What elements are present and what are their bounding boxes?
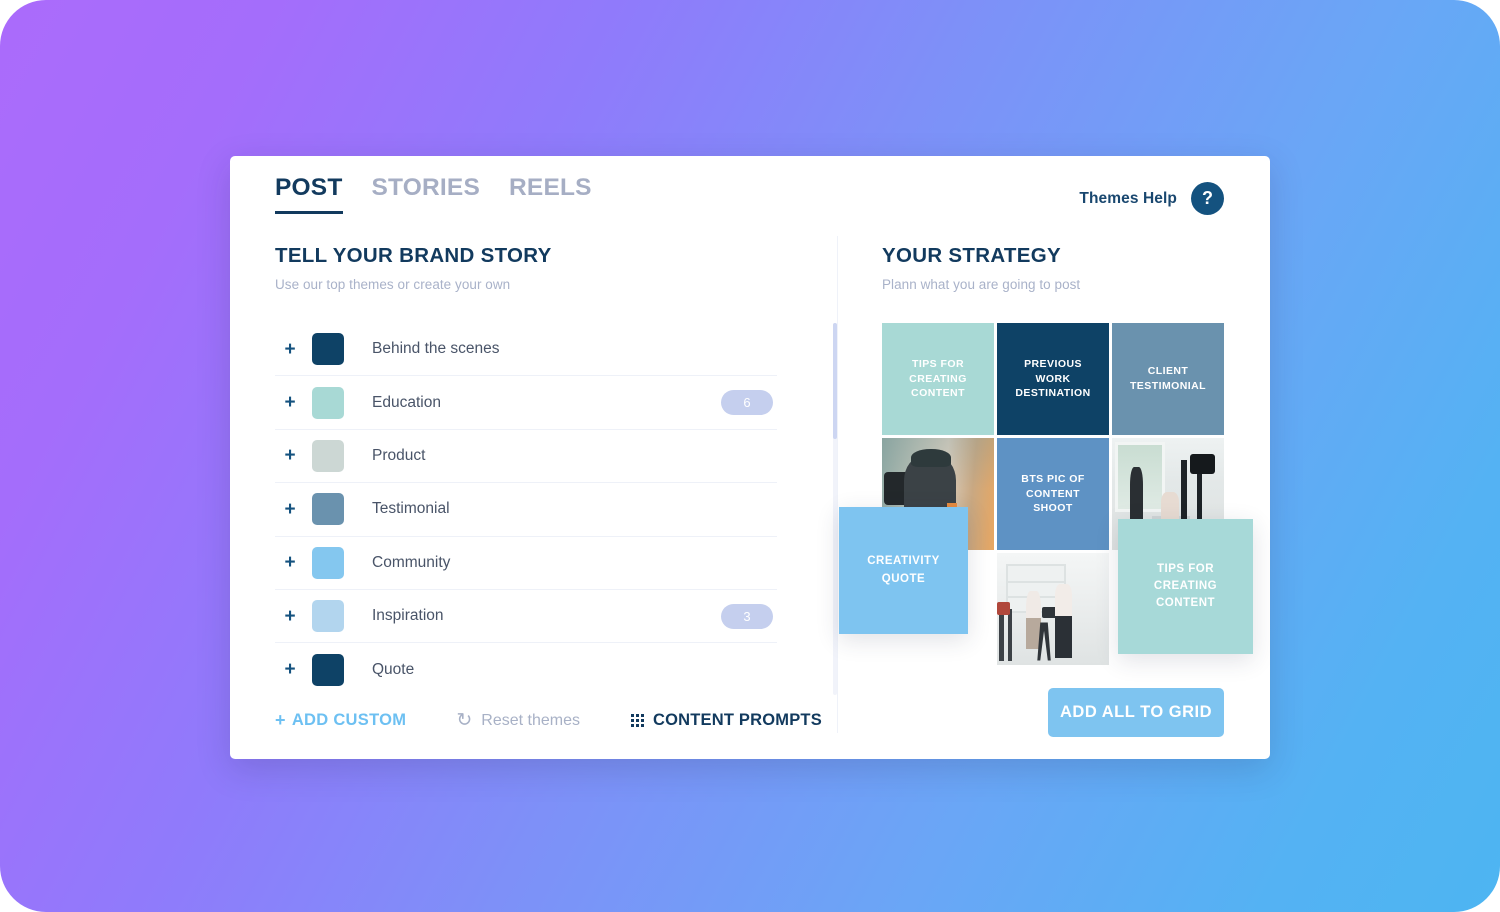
add-theme-icon[interactable]: + bbox=[275, 660, 305, 679]
themes-help[interactable]: Themes Help ? bbox=[1079, 182, 1224, 215]
theme-label: Product bbox=[372, 446, 426, 464]
refresh-icon: ↻ bbox=[456, 710, 473, 731]
theme-label: Inspiration bbox=[372, 607, 444, 625]
tile-label: CREATIVITY QUOTE bbox=[867, 555, 940, 585]
grid-photo bbox=[997, 553, 1109, 665]
brand-story-title: TELL YOUR BRAND STORY bbox=[275, 244, 552, 267]
theme-label: Behind the scenes bbox=[372, 340, 500, 358]
tab-stories[interactable]: STORIES bbox=[372, 175, 481, 214]
add-theme-icon[interactable]: + bbox=[275, 393, 305, 412]
grid-cell[interactable] bbox=[997, 553, 1109, 665]
theme-count-badge: 6 bbox=[721, 390, 773, 416]
theme-label: Community bbox=[372, 553, 451, 571]
theme-color-swatch[interactable] bbox=[312, 600, 344, 633]
add-theme-icon[interactable]: + bbox=[275, 607, 305, 626]
theme-row[interactable]: + Inspiration 3 bbox=[275, 590, 777, 644]
theme-row[interactable]: + Product bbox=[275, 430, 777, 484]
theme-row[interactable]: + Behind the scenes bbox=[275, 323, 777, 377]
theme-row[interactable]: + Testimonial bbox=[275, 483, 777, 537]
themes-help-label: Themes Help bbox=[1079, 189, 1177, 207]
theme-actions: + ADD CUSTOM ↻ Reset themes CONTENT PROM… bbox=[275, 709, 822, 732]
grid-cell[interactable]: BTS PIC OF CONTENT SHOOT bbox=[997, 438, 1109, 550]
add-theme-icon[interactable]: + bbox=[275, 446, 305, 465]
add-custom-button[interactable]: + ADD CUSTOM bbox=[275, 710, 406, 731]
content-prompts-button[interactable]: CONTENT PROMPTS bbox=[630, 711, 822, 730]
theme-color-swatch[interactable] bbox=[312, 546, 344, 579]
brand-story-panel: TELL YOUR BRAND STORY Use our top themes… bbox=[275, 244, 837, 744]
panel-divider bbox=[837, 236, 838, 733]
grid-cell[interactable]: CLIENT TESTIMONIAL bbox=[1112, 323, 1224, 435]
add-theme-icon[interactable]: + bbox=[275, 553, 305, 572]
grid-cell[interactable]: PREVIOUS WORK DESTINATION bbox=[997, 323, 1109, 435]
grid-cell-label: BTS PIC OF CONTENT SHOOT bbox=[1021, 472, 1085, 515]
theme-row[interactable]: + Quote bbox=[275, 643, 777, 696]
tab-post[interactable]: POST bbox=[275, 175, 343, 214]
theme-color-swatch[interactable] bbox=[312, 386, 344, 419]
strategy-subtitle: Plann what you are going to post bbox=[882, 277, 1081, 292]
tile-label: TIPS FOR CREATING CONTENT bbox=[1153, 562, 1218, 610]
tab-bar: POST STORIES REELS bbox=[275, 175, 592, 214]
content-prompts-label: CONTENT PROMPTS bbox=[652, 711, 822, 729]
app-card: POST STORIES REELS Themes Help ? TELL YO… bbox=[230, 156, 1270, 759]
strategy-panel: YOUR STRATEGY Plann what you are going t… bbox=[882, 244, 1242, 292]
grid-cell-label: TIPS FOR CREATING CONTENT bbox=[909, 357, 967, 400]
theme-color-swatch[interactable] bbox=[312, 333, 344, 366]
draggable-tile-creativity-quote[interactable]: CREATIVITY QUOTE bbox=[839, 507, 968, 634]
theme-color-swatch[interactable] bbox=[312, 439, 344, 472]
theme-label: Education bbox=[372, 393, 441, 411]
grid-cell[interactable]: TIPS FOR CREATING CONTENT bbox=[882, 323, 994, 435]
theme-count-badge: 3 bbox=[721, 603, 773, 629]
add-theme-icon[interactable]: + bbox=[275, 500, 305, 519]
tab-reels[interactable]: REELS bbox=[509, 175, 592, 214]
grid-cell-label: PREVIOUS WORK DESTINATION bbox=[1015, 357, 1091, 400]
add-theme-icon[interactable]: + bbox=[275, 340, 305, 359]
add-custom-label: ADD CUSTOM bbox=[291, 711, 407, 729]
reset-themes-label: Reset themes bbox=[481, 711, 580, 729]
brand-story-subtitle: Use our top themes or create your own bbox=[275, 277, 511, 292]
theme-row[interactable]: + Education 6 bbox=[275, 376, 777, 430]
theme-color-swatch[interactable] bbox=[312, 493, 344, 526]
grid-cell-label: CLIENT TESTIMONIAL bbox=[1129, 365, 1207, 392]
draggable-tile-tips-for-creating-content[interactable]: TIPS FOR CREATING CONTENT bbox=[1118, 519, 1253, 654]
add-all-to-grid-button[interactable]: ADD ALL TO GRID bbox=[1048, 688, 1224, 737]
theme-color-swatch[interactable] bbox=[312, 653, 344, 686]
plus-icon: + bbox=[275, 710, 286, 730]
theme-label: Testimonial bbox=[372, 500, 450, 518]
theme-list-scroll[interactable]: + Behind the scenes + Education 6 + Product + Te… bbox=[275, 323, 791, 696]
reset-themes-button[interactable]: ↻ Reset themes bbox=[456, 709, 580, 732]
strategy-title: YOUR STRATEGY bbox=[882, 244, 1061, 267]
theme-row[interactable]: + Community bbox=[275, 537, 777, 590]
grid-dots-icon bbox=[630, 714, 644, 727]
theme-list: + Behind the scenes + Education 6 + Product + Te… bbox=[275, 323, 777, 696]
help-icon[interactable]: ? bbox=[1191, 182, 1224, 215]
theme-label: Quote bbox=[372, 660, 415, 678]
